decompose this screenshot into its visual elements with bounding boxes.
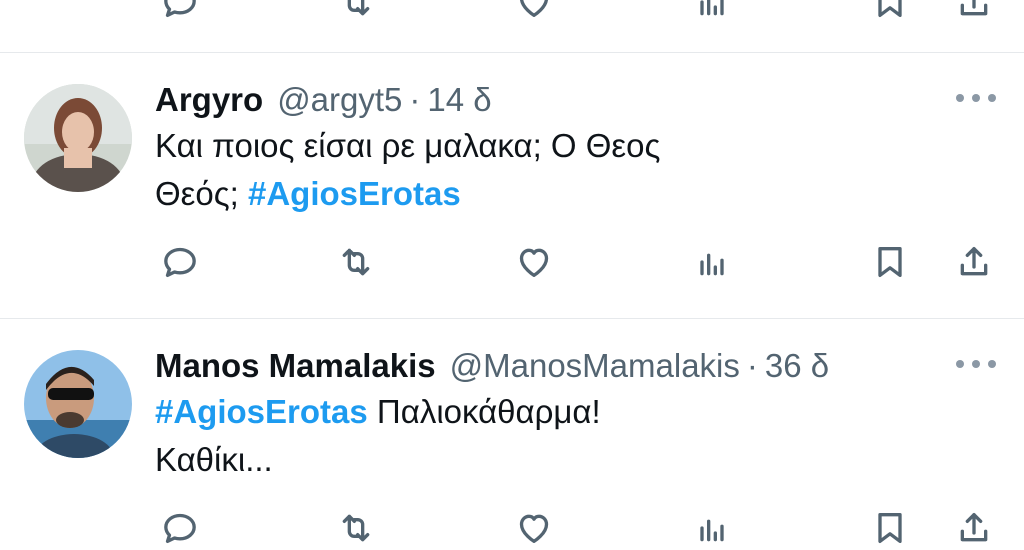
reply-icon[interactable]	[156, 236, 204, 288]
tweet-text-line: Καθίκι...	[155, 441, 273, 478]
share-icon[interactable]	[950, 502, 998, 550]
divider	[0, 52, 1024, 53]
divider	[0, 318, 1024, 319]
tweet-text-fragment: Θεός;	[155, 175, 248, 212]
heart-icon[interactable]	[510, 236, 558, 288]
display-name[interactable]: Argyro	[155, 78, 263, 122]
display-name[interactable]: Manos Mamalakis	[155, 344, 436, 388]
retweet-icon[interactable]	[332, 0, 380, 28]
more-dots-icon[interactable]	[956, 348, 996, 380]
retweet-icon[interactable]	[332, 502, 380, 550]
reply-icon[interactable]	[156, 502, 204, 550]
hashtag-link[interactable]: #AgiosErotas	[248, 175, 461, 212]
avatar[interactable]	[24, 84, 132, 192]
tweet-actions	[0, 502, 1024, 550]
bookmark-icon[interactable]	[866, 502, 914, 550]
hashtag-link[interactable]: #AgiosErotas	[155, 393, 368, 430]
avatar[interactable]	[24, 350, 132, 458]
previous-tweet-actions	[0, 0, 1024, 28]
separator: ·	[409, 81, 421, 118]
timestamp[interactable]: 36 δ	[765, 344, 829, 388]
share-icon[interactable]	[950, 236, 998, 288]
tweet[interactable]: Argyro @argyt5 · 14 δ Και ποιος είσαι ρε…	[0, 78, 1024, 318]
tweet-text-fragment: Παλιοκάθαρμα!	[367, 393, 601, 430]
views-icon[interactable]	[688, 236, 736, 288]
tweet[interactable]: Manos Mamalakis @ManosMamalakis · 36 δ #…	[0, 344, 1024, 550]
views-icon[interactable]	[688, 0, 736, 28]
bookmark-icon[interactable]	[866, 0, 914, 28]
separator: ·	[746, 347, 758, 384]
tweet-text: #AgiosErotas Παλιοκάθαρμα! Καθίκι...	[155, 388, 955, 484]
retweet-icon[interactable]	[332, 236, 380, 288]
more-dots-icon[interactable]	[956, 82, 996, 114]
user-handle[interactable]: @argyt5	[277, 78, 402, 122]
bookmark-icon[interactable]	[866, 236, 914, 288]
tweet-text-line: #AgiosErotas Παλιοκάθαρμα!	[155, 388, 955, 436]
heart-icon[interactable]	[510, 0, 558, 28]
tweet-actions	[0, 236, 1024, 288]
user-handle[interactable]: @ManosMamalakis	[450, 344, 740, 388]
tweet-text-line: Θεός; #AgiosErotas	[155, 170, 955, 218]
tweet-header: Argyro @argyt5 · 14 δ	[155, 78, 492, 122]
heart-icon[interactable]	[510, 502, 558, 550]
timestamp[interactable]: 14 δ	[427, 78, 491, 122]
tweet-text: Και ποιος είσαι ρε μαλακα; Ο Θεος Θεός; …	[155, 122, 955, 218]
reply-icon[interactable]	[156, 0, 204, 28]
views-icon[interactable]	[688, 502, 736, 550]
tweet-text-line: Και ποιος είσαι ρε μαλακα; Ο Θεος	[155, 127, 661, 164]
share-icon[interactable]	[950, 0, 998, 28]
tweet-header: Manos Mamalakis @ManosMamalakis · 36 δ	[155, 344, 829, 388]
